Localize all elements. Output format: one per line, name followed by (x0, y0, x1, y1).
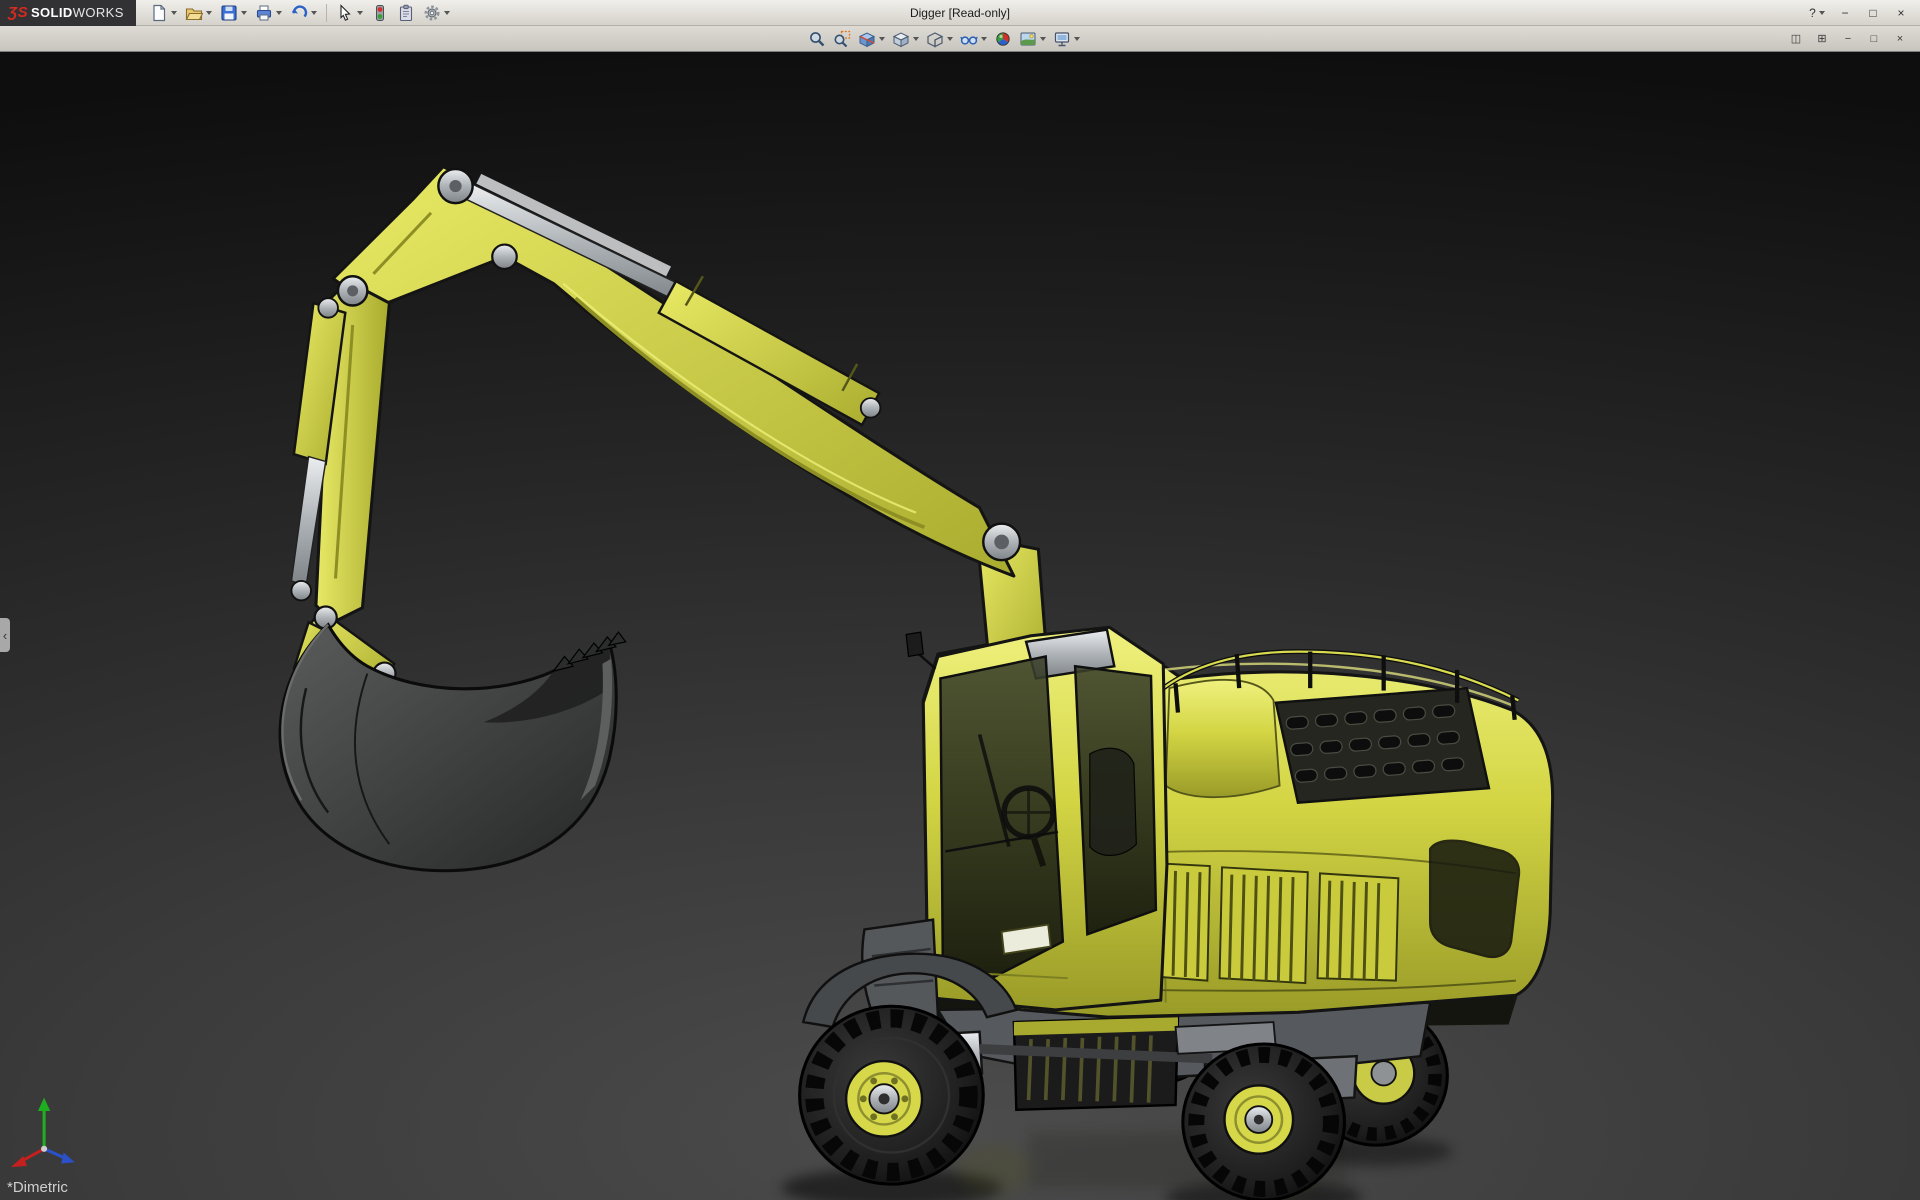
dropdown-arrow-icon (357, 11, 363, 15)
select-cursor-icon (336, 4, 354, 22)
dropdown-arrow-icon (1040, 37, 1046, 41)
dropdown-arrow-icon (276, 11, 282, 15)
view-orientation-button[interactable] (889, 28, 922, 50)
boom-arm[interactable] (291, 167, 1058, 686)
view-orientation-cube-icon (892, 30, 910, 48)
open-button[interactable] (182, 2, 215, 24)
seat (1090, 748, 1137, 855)
mirror (906, 632, 923, 656)
window-title: Digger [Read-only] (910, 6, 1010, 20)
graphics-viewport[interactable]: ‹ *Dimetric (0, 52, 1920, 1200)
rear-recess (1430, 841, 1519, 957)
toolbar-separator (326, 4, 327, 22)
main-toolbar (146, 2, 454, 24)
file-properties-icon (397, 4, 415, 22)
open-folder-icon (185, 4, 203, 22)
hide-show-items-button[interactable] (957, 28, 990, 50)
dropdown-arrow-icon (241, 11, 247, 15)
section-view-button[interactable] (855, 28, 888, 50)
cylinder-pivot (861, 398, 881, 417)
undo-icon (290, 4, 308, 22)
dropdown-arrow-icon (879, 37, 885, 41)
cab[interactable] (906, 627, 1167, 1010)
zoom-to-area-icon (833, 30, 851, 48)
section-view-icon (858, 30, 876, 48)
dropdown-arrow-icon (206, 11, 212, 15)
zoom-to-area-button[interactable] (830, 28, 854, 50)
dropdown-arrow-icon (1819, 11, 1825, 15)
apply-scene-button[interactable] (1016, 28, 1049, 50)
dropdown-arrow-icon (913, 37, 919, 41)
close-button[interactable]: × (1888, 3, 1914, 23)
orientation-triad[interactable] (11, 1098, 75, 1167)
pane-split-button[interactable]: ◫ (1784, 29, 1808, 48)
dropdown-arrow-icon (981, 37, 987, 41)
mid-pivot (492, 245, 516, 269)
zoom-to-fit-icon (808, 30, 826, 48)
top-vent-panel (1276, 688, 1489, 803)
view-settings-button[interactable] (1050, 28, 1083, 50)
help-glyph: ? (1809, 6, 1816, 20)
file-properties-button[interactable] (394, 2, 418, 24)
view-toolbar-row: ◫ ⊞ − □ × (0, 26, 1920, 52)
heads-up-view-toolbar (805, 28, 1083, 50)
triad-origin (41, 1146, 47, 1152)
rear-left-wheel[interactable] (1183, 1044, 1345, 1200)
dropdown-arrow-icon (1074, 37, 1080, 41)
options-button[interactable] (420, 2, 453, 24)
doc-close-button[interactable]: × (1888, 29, 1912, 48)
dropdown-arrow-icon (311, 11, 317, 15)
view-orientation-label: *Dimetric (7, 1179, 68, 1196)
dropdown-arrow-icon (444, 11, 450, 15)
y-axis-arrow (38, 1098, 50, 1111)
save-icon (220, 4, 238, 22)
display-style-cube-icon (926, 30, 944, 48)
brand-suffix: WORKS (73, 5, 124, 20)
edit-appearance-button[interactable] (991, 28, 1015, 50)
options-gear-icon (423, 4, 441, 22)
new-document-icon (150, 4, 168, 22)
apply-scene-icon (1019, 30, 1037, 48)
select-button[interactable] (333, 2, 366, 24)
rebuild-button[interactable] (368, 2, 392, 24)
brand-prefix: SOLID (31, 5, 73, 20)
undo-button[interactable] (287, 2, 320, 24)
dropdown-arrow-icon (171, 11, 177, 15)
document-window-controls: ◫ ⊞ − □ × (1784, 29, 1920, 48)
bucket[interactable] (280, 625, 626, 871)
panel-collapse-tab[interactable]: ‹ (0, 618, 10, 652)
save-button[interactable] (217, 2, 250, 24)
digger-3d-model[interactable] (0, 52, 1920, 1200)
edit-appearance-ball-icon (994, 30, 1012, 48)
maximize-button[interactable]: □ (1860, 3, 1886, 23)
display-style-button[interactable] (923, 28, 956, 50)
hide-show-glasses-icon (960, 30, 978, 48)
title-bar: ƷS SOLIDWORKS (0, 0, 1920, 26)
solidworks-logo-icon: ƷS (8, 4, 28, 21)
doc-restore-button[interactable]: □ (1862, 29, 1886, 48)
print-button[interactable] (252, 2, 285, 24)
help-button[interactable]: ? (1804, 3, 1830, 23)
view-settings-icon (1053, 30, 1071, 48)
zoom-to-fit-button[interactable] (805, 28, 829, 50)
minimize-button[interactable]: − (1832, 3, 1858, 23)
engine-hood (1166, 680, 1280, 797)
dropdown-arrow-icon (947, 37, 953, 41)
doc-minimize-button[interactable]: − (1836, 29, 1860, 48)
new-document-button[interactable] (147, 2, 180, 24)
pane-grid-button[interactable]: ⊞ (1810, 29, 1834, 48)
z-axis-arrow (61, 1152, 74, 1163)
window-controls: ? − □ × (1804, 3, 1920, 23)
print-icon (255, 4, 273, 22)
rebuild-stoplight-icon (371, 4, 389, 22)
solidworks-window: ƷS SOLIDWORKS (0, 0, 1920, 1200)
solidworks-logo: ƷS SOLIDWORKS (0, 0, 136, 26)
